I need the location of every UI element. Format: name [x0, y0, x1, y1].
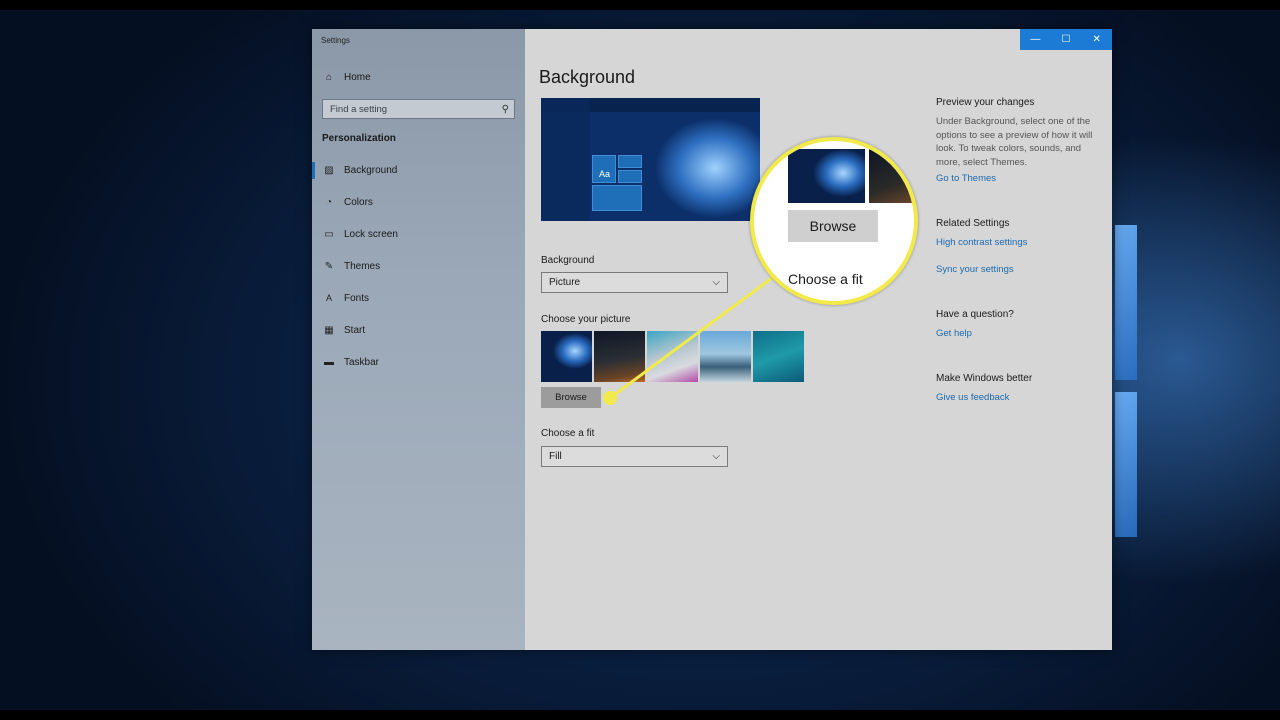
magnified-fit-label: Choose a fit: [788, 271, 863, 287]
callout-dot: [603, 391, 617, 405]
magnified-thumbnail: [788, 149, 865, 203]
magnified-thumbnail: [869, 149, 914, 203]
callout-line: [609, 273, 777, 400]
callout-connector: [609, 273, 777, 400]
magnified-browse-button: Browse: [788, 210, 878, 242]
magnifier-callout: Browse Choose a fit: [750, 137, 918, 305]
